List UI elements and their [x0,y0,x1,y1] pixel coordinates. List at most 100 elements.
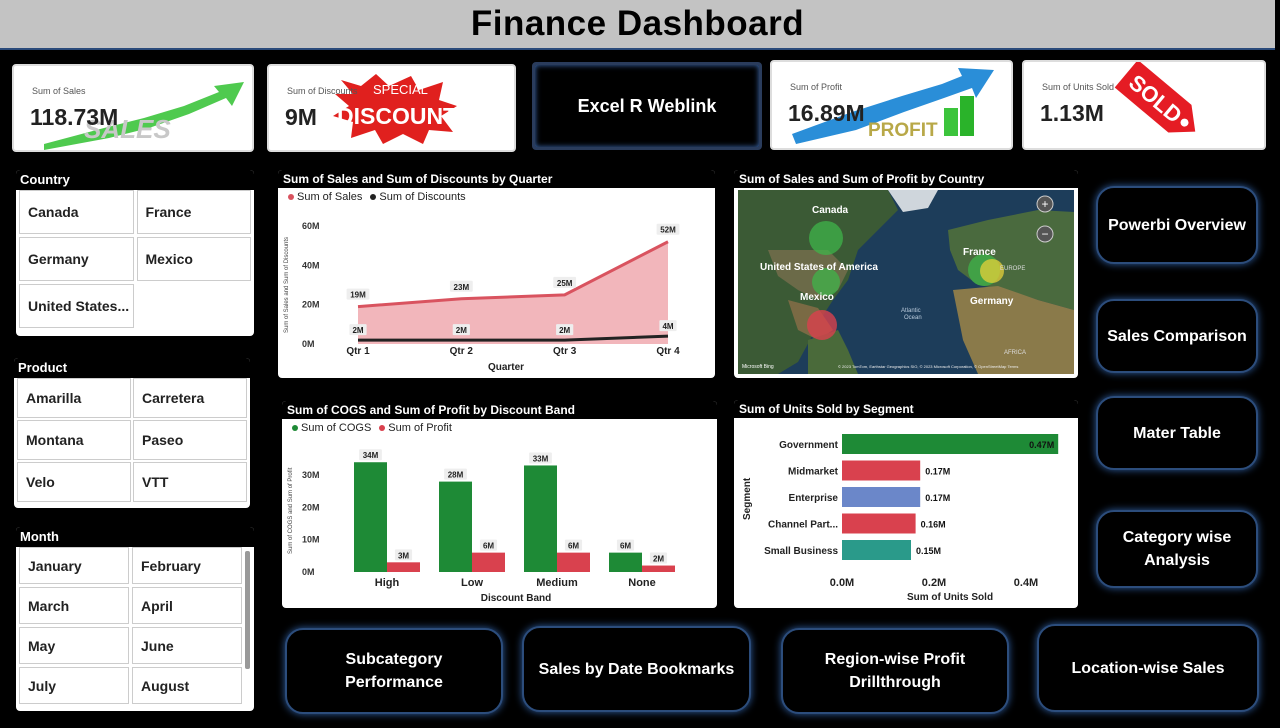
slicer-item-amarilla[interactable]: Amarilla [17,378,131,418]
sales-area-fill [358,241,668,344]
map-zoom-in-button[interactable]: + [1036,195,1054,213]
quarter-x-tick-qtr-4: Qtr 4 [656,346,680,357]
kpi-discount-label: Sum of Discounts [287,86,358,96]
cogs-y-tick: 0M [302,567,315,577]
legend-swatch-profit [379,425,386,432]
segment-x-axis-title: Sum of Units Sold [907,592,993,603]
map-bubble-canada[interactable] [809,221,843,255]
kpi-sales-card[interactable]: SALES Sum of Sales 118.73M [12,64,254,152]
slicer-item-united-states[interactable]: United States... [19,284,134,328]
quarter-x-tick-qtr-3: Qtr 3 [553,346,577,357]
sales-by-date-bookmarks-button[interactable]: Sales by Date Bookmarks [522,626,751,712]
cogs-y-tick: 20M [302,502,320,512]
data-label-segment-channel-part: 0.16M [921,520,946,530]
quarter-area-chart-panel: Sum of Sales and Sum of Discounts by Qua… [278,170,715,378]
segment-y-tick-small-business: Small Business [764,546,838,557]
segment-y-tick-enterprise: Enterprise [789,493,839,504]
kpi-units-label: Sum of Units Sold [1042,82,1115,92]
legend-item-cogs[interactable]: Sum of COGS [292,422,371,434]
subcategory-performance-button[interactable]: Subcategory Performance [285,628,503,714]
discount-art-text: DISCOUNT [337,103,457,129]
sales-data-label-qtr-2: 23M [454,283,470,292]
cogs-y-axis-title: Sum of COGS and Sum of Profit [288,467,294,554]
map-label-canada: Canada [812,205,849,216]
slicer-item-paseo[interactable]: Paseo [133,420,247,460]
quarter-y-tick: 60M [302,221,320,231]
excel-weblink-button[interactable]: Excel R Weblink [532,62,762,150]
mater-table-button[interactable]: Mater Table [1096,396,1258,470]
slicer-item-april[interactable]: April [132,587,242,624]
data-label-segment-enterprise: 0.17M [925,493,950,503]
powerbi-overview-button[interactable]: Powerbi Overview [1096,186,1258,264]
legend-swatch-cogs [292,425,298,432]
title-bar: Finance Dashboard [0,0,1275,50]
slicer-item-germany[interactable]: Germany [19,237,134,281]
segment-x-tick: 0.4M [1014,577,1038,589]
legend-item-sales[interactable]: Sum of Sales [288,191,362,203]
cogs-x-axis-title: Discount Band [481,593,552,604]
month-slicer-scrollbar[interactable] [245,551,250,669]
kpi-profit-label: Sum of Profit [790,82,843,92]
segment-chart-title: Sum of Units Sold by Segment [734,400,1078,418]
slicer-item-june[interactable]: June [132,627,242,664]
kpi-sales-value: 118.73M [30,104,119,130]
map-bubble-mexico[interactable] [807,310,837,340]
bar-segment-midmarket [842,460,921,481]
slicer-item-mexico[interactable]: Mexico [136,237,251,281]
sales-data-label-qtr-1: 19M [350,291,366,300]
discount-data-label-qtr-2: 2M [456,326,467,335]
slicer-item-montana[interactable]: Montana [17,420,131,460]
slicer-item-may[interactable]: May [19,627,129,664]
sales-comparison-button[interactable]: Sales Comparison [1096,299,1258,373]
legend-label-sales: Sum of Sales [297,191,363,203]
country-map-panel: Sum of Sales and Sum of Profit by Countr… [734,170,1078,378]
cogs-y-tick: 10M [302,535,320,545]
quarter-y-tick: 0M [302,339,315,349]
slicer-item-vtt[interactable]: VTT [133,462,247,502]
segment-x-tick: 0.0M [830,577,854,589]
bar-segment-small-business [842,540,911,560]
slicer-item-january[interactable]: January [19,547,129,584]
legend-item-profit[interactable]: Sum of Profit [379,422,452,434]
map-zoom-out-button[interactable]: − [1036,225,1054,243]
bar-sum-of-profit-medium [557,552,590,572]
kpi-discount-card[interactable]: SPECIAL DISCOUNT Sum of Discounts 9M [267,64,516,152]
location-wise-sales-button[interactable]: Location-wise Sales [1037,624,1259,712]
bar-sum-of-cogs-high [354,462,387,572]
bar-sum-of-cogs-none [609,552,642,572]
quarter-x-tick-qtr-1: Qtr 1 [346,346,370,357]
cogs-x-tick-low: Low [461,577,483,589]
bar-sum-of-cogs-low [439,481,472,572]
data-label-segment-government: 0.47M [1029,440,1054,450]
slicer-item-france[interactable]: France [136,190,251,234]
discount-data-label-qtr-1: 2M [352,326,363,335]
segment-y-tick-midmarket: Midmarket [788,467,839,478]
legend-label-cogs: Sum of COGS [301,422,372,434]
map-label-germany: Germany [970,296,1014,307]
kpi-profit-card[interactable]: PROFIT Sum of Profit 16.89M [770,60,1013,150]
slicer-item-carretera[interactable]: Carretera [133,378,247,418]
kpi-units-card[interactable]: SOLD Sum of Units Sold 1.13M [1022,60,1266,150]
slicer-item-july[interactable]: July [19,667,129,704]
slicer-item-velo[interactable]: Velo [17,462,131,502]
slicer-item-march[interactable]: March [19,587,129,624]
slicer-item-february[interactable]: February [132,547,242,584]
zoom-out-icon: − [1041,227,1048,241]
category-analysis-button[interactable]: Category wise Analysis [1096,510,1258,588]
kpi-profit-value: 16.89M [788,100,865,126]
country-map[interactable]: Canada United States of America Mexico F… [738,190,1074,374]
data-label-sum-of-profit-low: 6M [483,542,494,551]
slicer-item-canada[interactable]: Canada [19,190,134,234]
data-label-sum-of-profit-medium: 6M [568,542,579,551]
legend-item-discounts[interactable]: Sum of Discounts [370,191,466,203]
country-slicer-title: Country [16,170,254,190]
month-slicer-title: Month [16,527,254,547]
quarter-y-axis-title: Sum of Sales and Sum of Discounts [284,237,290,333]
quarter-area-chart: Sum of Sales and Sum of Discounts Quarte… [284,221,680,373]
region-profit-drillthrough-button[interactable]: Region-wise Profit Drillthrough [781,628,1009,714]
slicer-item-august[interactable]: August [132,667,242,704]
quarter-chart-title: Sum of Sales and Sum of Discounts by Qua… [278,170,715,188]
data-label-sum-of-cogs-high: 34M [363,451,379,460]
map-label-europe: EUROPE [1000,266,1025,272]
map-label-mexico: Mexico [800,292,834,303]
